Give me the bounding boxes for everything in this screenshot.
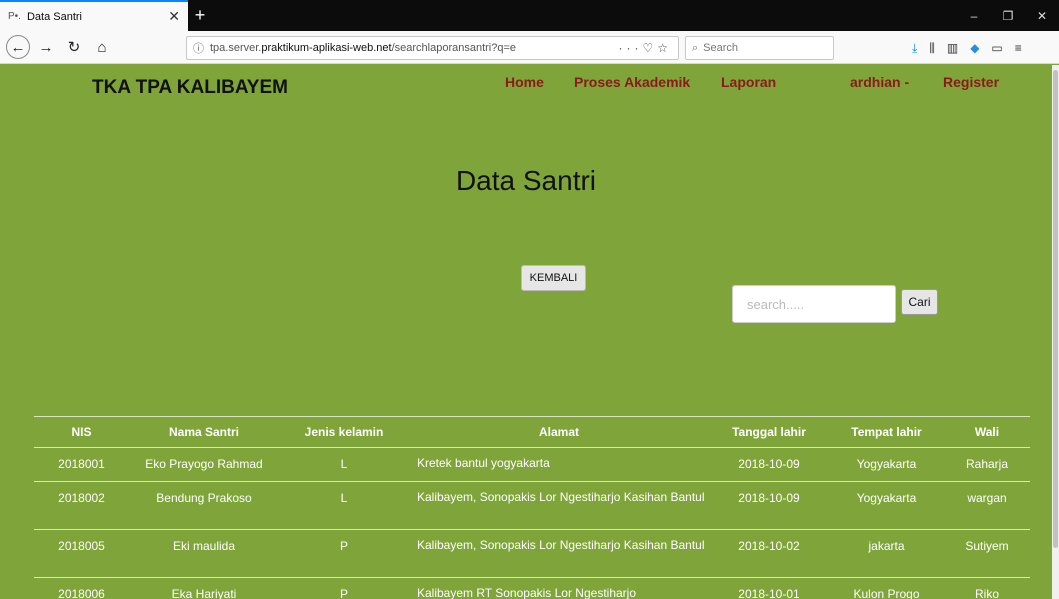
page-content: TKA TPA KALIBAYEM Home Proses Akademik L… [0, 65, 1052, 599]
home-icon[interactable]: ⌂ [90, 35, 114, 59]
column-header: Tanggal lahir [709, 416, 829, 448]
cell-jenis-kelamin: L [279, 481, 409, 530]
cell-tempat-lahir: Yogyakarta [829, 447, 944, 482]
back-arrow-icon[interactable]: ← [6, 35, 30, 59]
search-icon: ⌕ [692, 41, 699, 54]
table-row: 2018005 Eki maulida P Kalibayem, Sonopak… [34, 529, 1030, 578]
cell-wali: Riko [944, 577, 1030, 599]
more-actions-icon[interactable]: ··· [618, 41, 642, 55]
address-bar[interactable]: ⓘ tpa.server.praktikum-aplikasi-web.net/… [186, 36, 679, 60]
library-icon[interactable]: ⫼ [929, 41, 935, 56]
close-tab-icon[interactable]: ✕ [168, 8, 180, 25]
search-input[interactable] [732, 285, 896, 323]
cell-wali: Sutiyem [944, 529, 1030, 578]
menu-register[interactable]: Register [943, 74, 999, 90]
new-tab-button[interactable]: + [188, 0, 212, 31]
cell-alamat: Kalibayem, Sonopakis Lor Ngestiharjo Kas… [409, 529, 709, 578]
reader-icon[interactable]: ▭ [991, 41, 1002, 55]
browser-tab[interactable]: P•. Data Santri ✕ [0, 0, 188, 31]
forward-arrow-icon[interactable]: → [34, 35, 58, 59]
cell-nama: Bendung Prakoso [129, 481, 279, 530]
browser-search-bar[interactable]: ⌕ Search [685, 36, 834, 60]
cell-nis: 2018002 [34, 481, 129, 530]
url-prefix: tpa.server. [210, 42, 262, 54]
extension-icon[interactable]: ◆ [970, 41, 979, 55]
page-title: Data Santri [455, 165, 597, 196]
cell-nis: 2018006 [34, 577, 129, 599]
cell-tanggal-lahir: 2018-10-09 [709, 447, 829, 482]
bookmark-star-icon[interactable]: ☆ [657, 41, 672, 55]
site-favicon-icon: P•. [8, 11, 21, 22]
table-row: 2018001 Eko Prayogo Rahmad L Kretek bant… [34, 447, 1030, 482]
url-path: /searchlaporansantri?q=e [391, 42, 517, 54]
column-header: Tempat lahir [829, 416, 944, 448]
cell-nis: 2018001 [34, 447, 129, 482]
column-header: Nama Santri [129, 416, 279, 448]
cell-alamat: Kalibayem, Sonopakis Lor Ngestiharjo Kas… [409, 481, 709, 530]
close-window-icon[interactable]: ✕ [1025, 0, 1059, 31]
cell-nama: Eko Prayogo Rahmad [129, 447, 279, 482]
window-controls: – ❐ ✕ [957, 0, 1059, 31]
restore-icon[interactable]: ❐ [991, 0, 1025, 31]
santri-table: NIS Nama Santri Jenis kelamin Alamat Tan… [34, 416, 1030, 599]
cell-wali: Raharja [944, 447, 1030, 482]
table-header-row: NIS Nama Santri Jenis kelamin Alamat Tan… [34, 416, 1030, 448]
table-row: 2018006 Eka Hariyati P Kalibayem RT Sono… [34, 577, 1030, 599]
cell-nis: 2018005 [34, 529, 129, 578]
site-brand[interactable]: TKA TPA KALIBAYEM [92, 77, 288, 99]
reload-icon[interactable]: ↻ [62, 35, 86, 59]
cell-tanggal-lahir: 2018-10-02 [709, 529, 829, 578]
cell-nama: Eka Hariyati [129, 577, 279, 599]
back-button[interactable]: KEMBALI [521, 265, 586, 291]
menu-proses-akademik[interactable]: Proses Akademik [574, 74, 690, 90]
cell-alamat: Kretek bantul yogyakarta [409, 447, 709, 482]
cell-tempat-lahir: Kulon Progo [829, 577, 944, 599]
column-header: Jenis kelamin [279, 416, 409, 448]
cell-wali: wargan [944, 481, 1030, 530]
cell-tempat-lahir: Yogyakarta [829, 481, 944, 530]
menu-user-dropdown[interactable]: ardhian - [850, 74, 909, 90]
cell-alamat: Kalibayem RT Sonopakis Lor Ngestiharjo [409, 577, 709, 599]
cell-tanggal-lahir: 2018-10-01 [709, 577, 829, 599]
table-row: 2018002 Bendung Prakoso L Kalibayem, Son… [34, 481, 1030, 530]
sidebar-icon[interactable]: ▥ [947, 41, 958, 55]
column-header: Alamat [409, 416, 709, 448]
info-icon[interactable]: ⓘ [193, 40, 204, 56]
cell-jenis-kelamin: P [279, 529, 409, 578]
scrollbar-thumb[interactable] [1053, 70, 1058, 548]
browser-search-placeholder: Search [703, 42, 739, 54]
browser-tab-bar: P•. Data Santri ✕ + – ❐ ✕ [0, 0, 1059, 31]
browser-toolbar: ← → ↻ ⌂ ⓘ tpa.server.praktikum-aplikasi-… [0, 31, 1059, 64]
cell-tanggal-lahir: 2018-10-09 [709, 481, 829, 530]
minimize-icon[interactable]: – [957, 0, 991, 31]
url-text: tpa.server.praktikum-aplikasi-web.net/se… [210, 42, 618, 54]
cell-nama: Eki maulida [129, 529, 279, 578]
cell-jenis-kelamin: P [279, 577, 409, 599]
pocket-icon[interactable]: ♡ [642, 41, 657, 55]
url-domain: praktikum-aplikasi-web.net [261, 42, 392, 54]
menu-laporan[interactable]: Laporan [721, 74, 776, 90]
toolbar-icons: ⤓ ⫼ ▥ ◆ ▭ ≡ [912, 36, 1022, 60]
menu-home[interactable]: Home [505, 74, 544, 90]
page-actions: ···♡☆ [618, 41, 672, 55]
cell-jenis-kelamin: L [279, 447, 409, 482]
search-button[interactable]: Cari [901, 289, 938, 315]
tab-title: Data Santri [26, 10, 82, 23]
column-header: Wali [944, 416, 1030, 448]
cell-tempat-lahir: jakarta [829, 529, 944, 578]
column-header: NIS [34, 416, 129, 448]
menu-icon[interactable]: ≡ [1015, 41, 1022, 55]
download-icon[interactable]: ⤓ [912, 41, 917, 56]
